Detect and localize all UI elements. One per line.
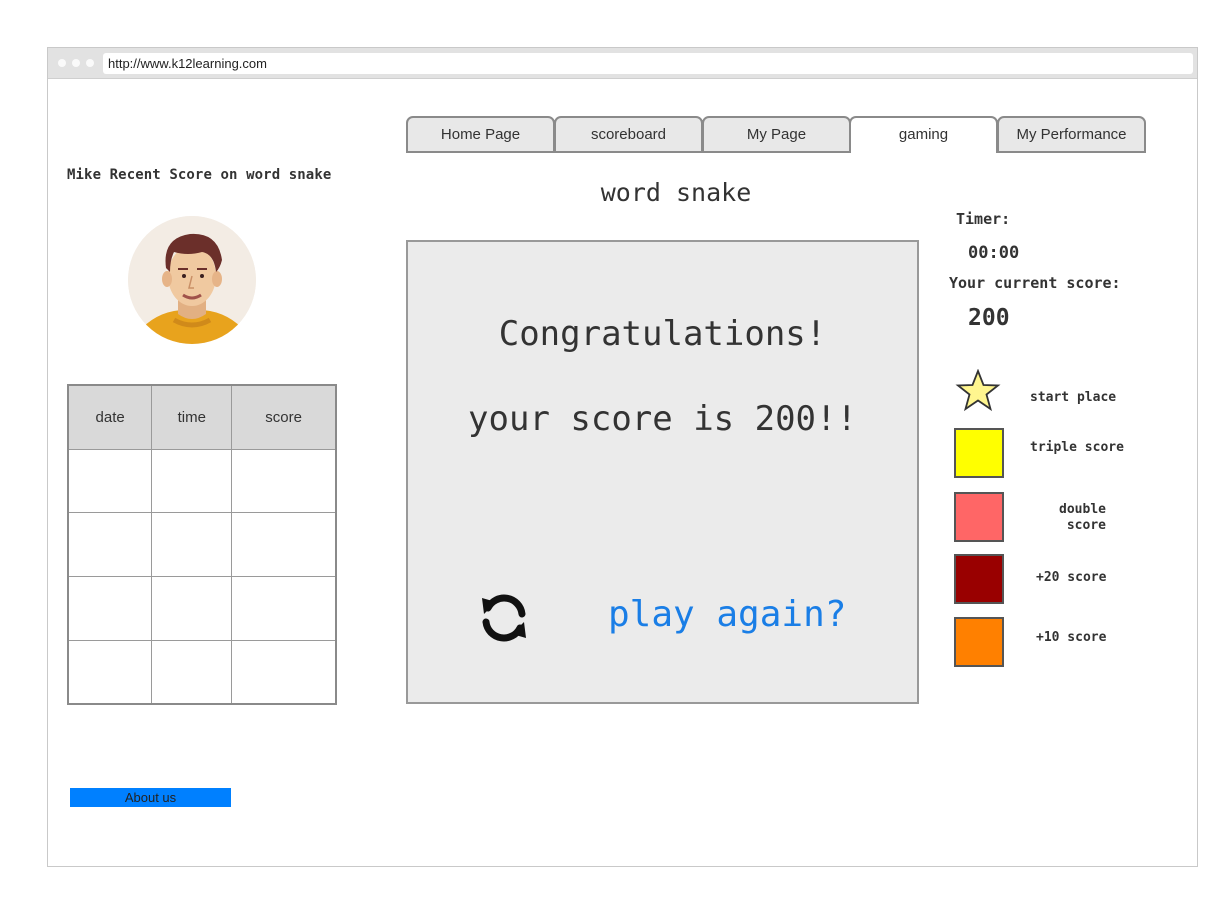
table-cell <box>67 639 153 705</box>
recent-scores-table: date time score <box>67 384 337 705</box>
table-cell <box>231 448 337 514</box>
legend-label-plus20: +20 score <box>1036 570 1107 585</box>
column-header-score: score <box>231 384 337 450</box>
congratulations-text: Congratulations! <box>498 314 827 354</box>
column-header-time: time <box>151 384 233 450</box>
final-score-text: your score is 200!! <box>468 399 857 439</box>
table-cell <box>231 512 337 577</box>
about-us-button[interactable]: About us <box>70 788 231 807</box>
legend-swatch-plus20 <box>954 554 1004 604</box>
legend-label-double: double score <box>1059 502 1106 533</box>
legend-swatch-plus10 <box>954 617 1004 667</box>
table-cell <box>67 512 153 577</box>
column-header-date: date <box>67 384 153 450</box>
table-cell <box>67 448 153 514</box>
tab-home-page[interactable]: Home Page <box>406 116 555 153</box>
tab-my-performance[interactable]: My Performance <box>997 116 1146 153</box>
table-cell <box>67 576 153 641</box>
current-score-label: Your current score: <box>949 274 1121 292</box>
legend-label-plus10: +10 score <box>1036 630 1107 645</box>
window-dot-icon <box>86 59 94 67</box>
table-cell <box>151 512 233 577</box>
game-result-panel: Congratulations! your score is 200!! pla… <box>406 240 919 704</box>
legend-label-triple: triple score <box>1030 440 1124 455</box>
table-row <box>67 639 337 705</box>
star-icon <box>955 368 1001 413</box>
window-dot-icon <box>58 59 66 67</box>
timer-label: Timer: <box>956 210 1011 228</box>
legend-swatch-triple <box>954 428 1004 478</box>
tab-gaming[interactable]: gaming <box>849 116 998 153</box>
table-cell <box>151 448 233 514</box>
refresh-icon[interactable] <box>478 592 530 644</box>
window-dot-icon <box>72 59 80 67</box>
current-score-value: 200 <box>968 305 1010 331</box>
tab-my-page[interactable]: My Page <box>702 116 851 153</box>
timer-value: 00:00 <box>968 243 1020 263</box>
tab-scoreboard[interactable]: scoreboard <box>554 116 703 153</box>
table-row <box>67 512 337 577</box>
browser-chrome: http://www.k12learning.com <box>48 48 1197 79</box>
table-row <box>67 448 337 514</box>
table-cell <box>231 576 337 641</box>
play-again-link[interactable]: play again? <box>608 594 846 635</box>
recent-score-title: Mike Recent Score on word snake <box>67 167 332 183</box>
url-bar[interactable]: http://www.k12learning.com <box>103 53 1193 74</box>
game-title: word snake <box>600 178 752 207</box>
legend-label-start: start place <box>1030 390 1117 405</box>
table-cell <box>151 576 233 641</box>
user-avatar-icon <box>128 216 256 344</box>
legend-swatch-double <box>954 492 1004 542</box>
table-row <box>67 576 337 641</box>
table-cell <box>231 639 337 705</box>
table-cell <box>151 639 233 705</box>
